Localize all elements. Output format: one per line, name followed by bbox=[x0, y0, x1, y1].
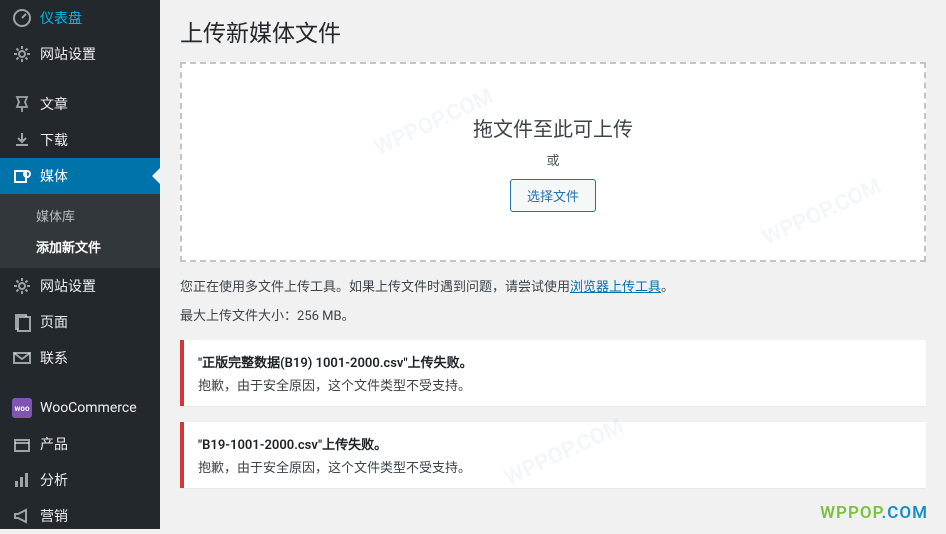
sidebar-label: 仪表盘 bbox=[40, 8, 82, 28]
sidebar-label: 联系 bbox=[40, 348, 68, 368]
product-icon bbox=[12, 434, 32, 454]
sidebar-label: 分析 bbox=[40, 470, 68, 490]
sidebar-label: 文章 bbox=[40, 94, 68, 114]
upload-dropzone[interactable]: 拖文件至此可上传 或 选择文件 bbox=[180, 62, 926, 262]
sidebar-label: 营销 bbox=[40, 506, 68, 526]
media-icon bbox=[12, 166, 32, 186]
error-title: "B19-1001-2000.csv"上传失败。 bbox=[198, 434, 912, 453]
page-icon bbox=[12, 312, 32, 332]
dashboard-icon bbox=[12, 8, 32, 28]
megaphone-icon bbox=[12, 506, 32, 526]
submenu-media-library[interactable]: 媒体库 bbox=[0, 200, 160, 231]
error-message: 抱歉，由于安全原因，这个文件类型不受支持。 bbox=[198, 375, 912, 394]
sidebar-label: WooCommerce bbox=[40, 400, 137, 416]
sidebar-label: 网站设置 bbox=[40, 44, 96, 64]
sidebar-item-contact[interactable]: 联系 bbox=[0, 340, 160, 376]
sidebar-label: 网站设置 bbox=[40, 276, 96, 296]
sidebar-item-downloads[interactable]: 下载 bbox=[0, 122, 160, 158]
sidebar-item-analytics[interactable]: 分析 bbox=[0, 462, 160, 498]
download-icon bbox=[12, 130, 32, 150]
page-title: 上传新媒体文件 bbox=[180, 14, 926, 48]
media-submenu: 媒体库 添加新文件 bbox=[0, 194, 160, 268]
upload-info: 您正在使用多文件上传工具。如果上传文件时遇到问题，请尝试使用浏览器上传工具。 bbox=[180, 276, 926, 295]
sidebar-item-woocommerce[interactable]: woo WooCommerce bbox=[0, 390, 160, 426]
mail-icon bbox=[12, 348, 32, 368]
dropzone-text: 拖文件至此可上传 bbox=[473, 113, 633, 142]
sidebar-item-site-settings-2[interactable]: 网站设置 bbox=[0, 268, 160, 304]
dropzone-or: 或 bbox=[546, 150, 559, 169]
sidebar-label: 媒体 bbox=[40, 166, 68, 186]
info-suffix: 。 bbox=[661, 280, 674, 295]
sidebar-item-dashboard[interactable]: 仪表盘 bbox=[0, 0, 160, 36]
info-prefix: 您正在使用多文件上传工具。如果上传文件时遇到问题，请尝试使用 bbox=[180, 280, 570, 295]
sidebar-item-pages[interactable]: 页面 bbox=[0, 304, 160, 340]
upload-error: "正版完整数据(B19) 1001-2000.csv"上传失败。 抱歉，由于安全… bbox=[180, 340, 926, 406]
sidebar-item-site-settings[interactable]: 网站设置 bbox=[0, 36, 160, 72]
sidebar-item-posts[interactable]: 文章 bbox=[0, 86, 160, 122]
sidebar-label: 产品 bbox=[40, 434, 68, 454]
sidebar-item-products[interactable]: 产品 bbox=[0, 426, 160, 462]
browser-uploader-link[interactable]: 浏览器上传工具 bbox=[570, 280, 661, 295]
gear-icon bbox=[12, 44, 32, 64]
woo-icon: woo bbox=[12, 398, 32, 418]
watermark-logo: WPPOP.COM bbox=[820, 503, 928, 523]
error-message: 抱歉，由于安全原因，这个文件类型不受支持。 bbox=[198, 457, 912, 476]
sidebar-label: 下载 bbox=[40, 130, 68, 150]
pin-icon bbox=[12, 94, 32, 114]
gear-icon bbox=[12, 276, 32, 296]
upload-error: "B19-1001-2000.csv"上传失败。 抱歉，由于安全原因，这个文件类… bbox=[180, 422, 926, 488]
error-title: "正版完整数据(B19) 1001-2000.csv"上传失败。 bbox=[198, 352, 912, 371]
select-files-button[interactable]: 选择文件 bbox=[510, 179, 596, 212]
max-upload-size: 最大上传文件大小：256 MB。 bbox=[180, 305, 926, 324]
submenu-add-new[interactable]: 添加新文件 bbox=[0, 231, 160, 262]
sidebar-label: 页面 bbox=[40, 312, 68, 332]
main-content: 上传新媒体文件 拖文件至此可上传 或 选择文件 您正在使用多文件上传工具。如果上… bbox=[160, 0, 946, 529]
sidebar-item-media[interactable]: 媒体 bbox=[0, 158, 160, 194]
analytics-icon bbox=[12, 470, 32, 490]
admin-sidebar: 仪表盘 网站设置 文章 下载 媒体 媒体库 添加新文件 网站设置 页面 联系 w… bbox=[0, 0, 160, 529]
